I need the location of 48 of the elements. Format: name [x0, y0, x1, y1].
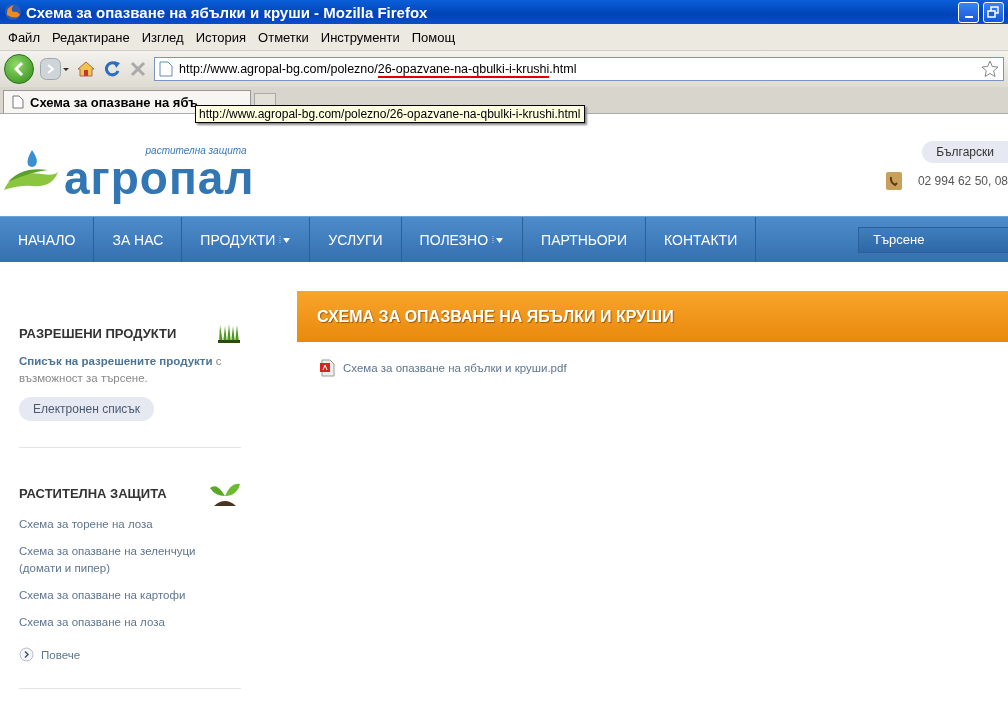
forward-button[interactable]	[40, 58, 70, 80]
nav-item[interactable]: КОНТАКТИ	[646, 217, 757, 262]
minimize-icon	[964, 15, 973, 18]
back-button[interactable]	[4, 54, 34, 84]
pdf-link[interactable]: Схема за опазване на ябълки и круши.pdf	[343, 362, 567, 374]
section-text: Списък на разрешените продукти с възможност за търсене.	[19, 354, 223, 386]
menu-item[interactable]: Изглед	[135, 29, 190, 45]
window-title: Схема за опазване на ябълки и круши - Mozilla Firefox	[26, 3, 429, 21]
logo-tagline: растителна защита	[145, 145, 247, 156]
sidebar-link[interactable]: Схема за опазване на лоза	[19, 614, 241, 631]
menu-item[interactable]: Редактиране	[45, 29, 136, 45]
sidebar-link[interactable]: Схема за торене на лоза	[19, 516, 241, 533]
dropdown-icon	[279, 234, 292, 245]
nav-item[interactable]: НАЧАЛО	[0, 217, 95, 262]
sidebar-link[interactable]: Схема за опазване на зеленчуци (домати и пипер)	[19, 543, 241, 577]
menu-item[interactable]: История	[189, 29, 253, 45]
address-bar[interactable]: http://www.agropal-bg.com/polezno/26-opazvane-na-qbulki-i-krushi.html	[154, 57, 1004, 81]
section-title: РАЗРЕШЕНИ ПРОДУКТИ	[19, 325, 177, 341]
article-title: СХЕМА ЗА ОПАЗВАНЕ НА ЯБЪЛКИ И КРУШИ	[317, 307, 674, 326]
page-icon	[159, 61, 173, 77]
nav-item[interactable]: ПОЛЕЗНО	[401, 217, 524, 262]
home-icon[interactable]	[76, 59, 96, 79]
nav-item[interactable]: ПРОДУКТИ	[182, 217, 311, 262]
nav-item[interactable]: УСЛУГИ	[310, 217, 402, 262]
menu-item[interactable]: Отметки	[252, 29, 315, 45]
menu-item[interactable]: Помощ	[405, 29, 462, 45]
menu-item[interactable]: Инструменти	[314, 29, 406, 45]
more-link[interactable]: Повече	[41, 648, 81, 661]
page-icon	[12, 95, 24, 109]
chevron-icon	[19, 647, 34, 662]
minimize-button[interactable]	[958, 1, 979, 23]
dropdown-icon	[492, 234, 505, 245]
tooltip: http://www.agropal-bg.com/polezno/26-opazvane-na-qbulki-i-krushi.html	[195, 105, 585, 123]
section-title: РАСТИТЕЛНА ЗАЩИТА	[19, 485, 167, 501]
reload-icon[interactable]	[102, 59, 122, 79]
search-field[interactable]: Търсене	[858, 226, 1008, 253]
electronic-list-button[interactable]: Електронен списък	[19, 397, 155, 421]
star-icon[interactable]	[981, 60, 999, 78]
pdf-icon	[319, 359, 335, 377]
browser-icon	[4, 3, 22, 21]
restore-button[interactable]	[983, 1, 1004, 23]
nav-item[interactable]: ЗА НАС	[94, 217, 183, 262]
phone-book-icon	[883, 171, 904, 191]
nav-item[interactable]: ПАРТНЬОРИ	[523, 217, 647, 262]
sidebar-link[interactable]: Схема за опазване на картофи	[19, 587, 241, 604]
phone-number: 02 994 62 50, 08	[917, 174, 1008, 188]
language-selector[interactable]: Български	[922, 141, 1008, 163]
menu-item[interactable]: Файл	[2, 29, 46, 45]
